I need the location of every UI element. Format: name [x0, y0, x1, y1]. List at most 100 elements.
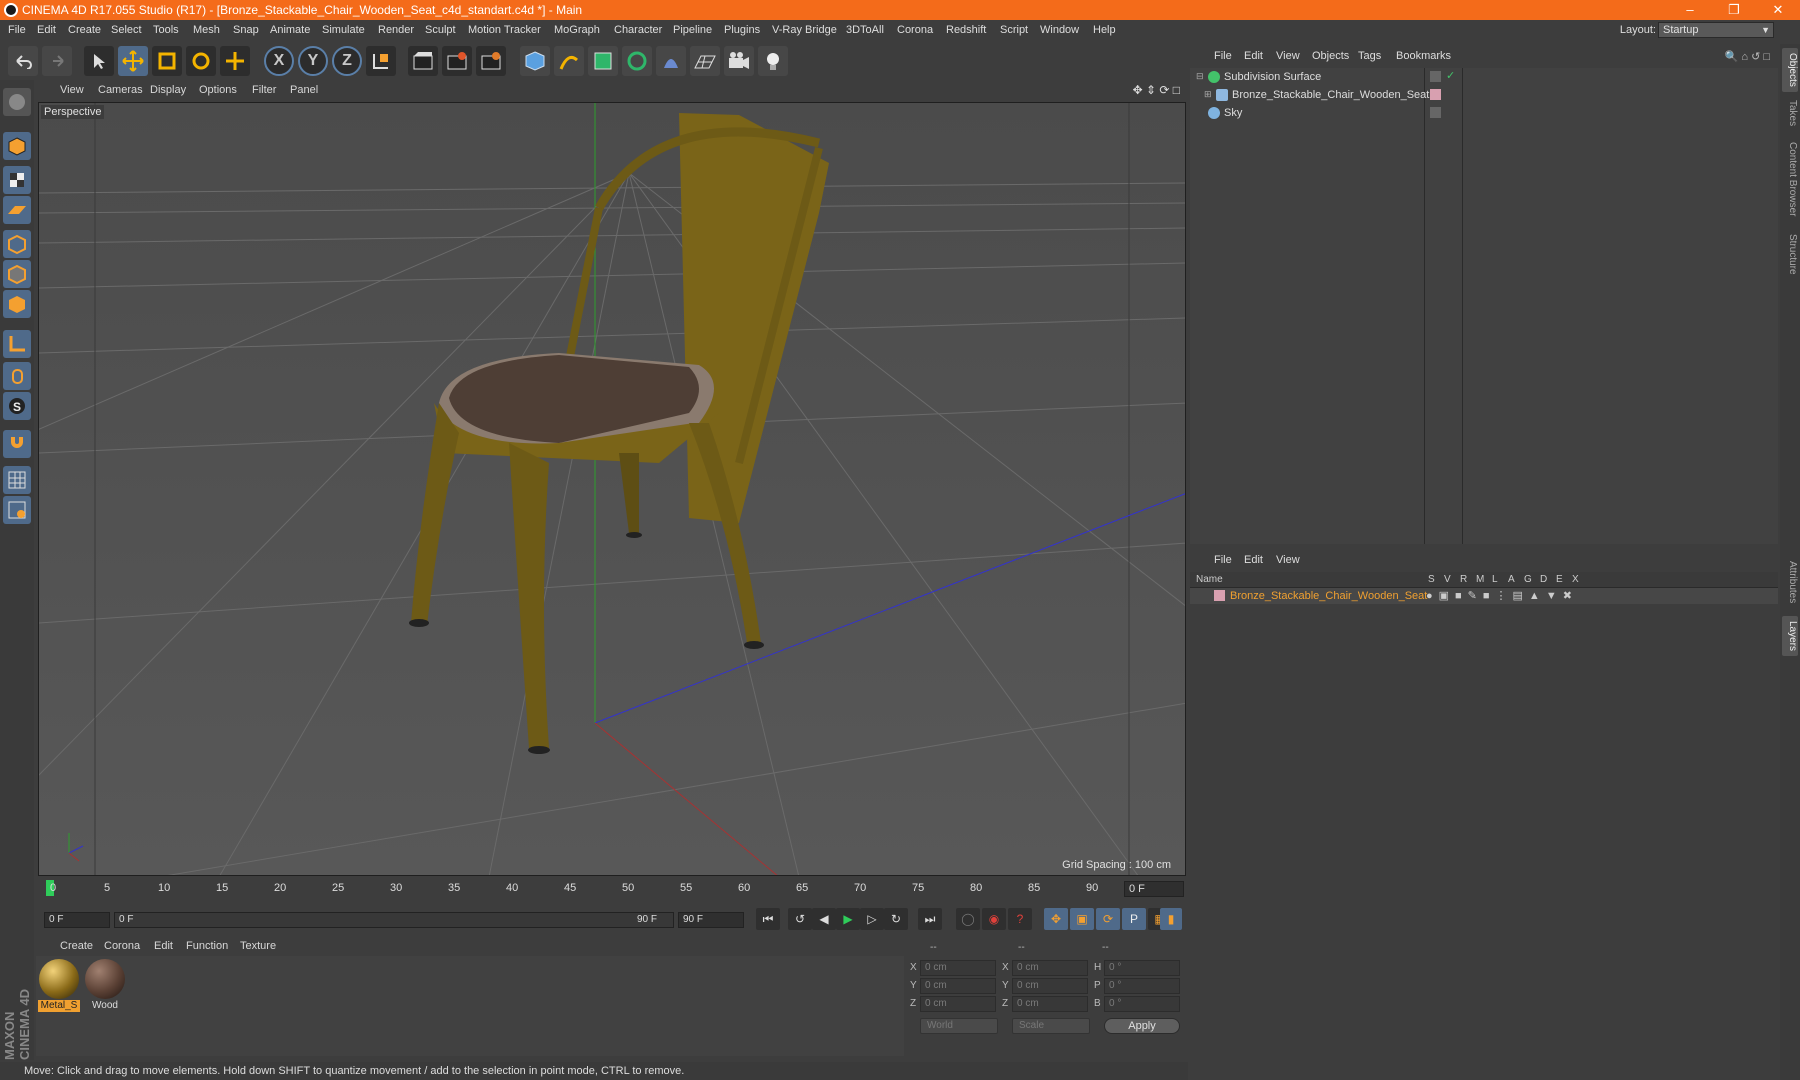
mat-menu-texture[interactable]: Texture [240, 940, 276, 952]
pos-y-field[interactable]: 0 cm [920, 978, 996, 994]
record-button[interactable]: ◉ [982, 908, 1006, 930]
make-editable-button[interactable] [3, 88, 31, 116]
menu-file[interactable]: File [8, 24, 26, 36]
model-mode-button[interactable] [3, 132, 31, 160]
obj-menu-objects[interactable]: Objects [1312, 50, 1349, 62]
spline-pen-button[interactable] [554, 46, 584, 76]
vp-menu-cameras[interactable]: Cameras [98, 84, 143, 96]
workplane-align-button[interactable] [3, 496, 31, 524]
obj-menu-bookmarks[interactable]: Bookmarks [1396, 50, 1451, 62]
key-rotation-button[interactable]: ⟳ [1096, 908, 1120, 930]
current-frame-field[interactable]: 0 F [1124, 881, 1184, 897]
menu-simulate[interactable]: Simulate [322, 24, 365, 36]
key-position-button[interactable]: ✥ [1044, 908, 1068, 930]
timeline-ruler[interactable]: 0 5 10 15 20 25 30 35 40 45 50 55 60 65 … [36, 878, 1186, 900]
menu-render[interactable]: Render [378, 24, 414, 36]
menu-edit[interactable]: Edit [37, 24, 56, 36]
menu-character[interactable]: Character [614, 24, 662, 36]
scale-select[interactable]: Scale [1012, 1018, 1090, 1034]
object-tree[interactable]: ⊟ Subdivision Surface ✓ ⊞ Bronze_Stackab… [1190, 68, 1778, 544]
object-row-subdivision-surface[interactable]: ⊟ Subdivision Surface ✓ [1190, 68, 1778, 86]
rot-h-field[interactable]: 0 ° [1104, 960, 1180, 976]
menu-tools[interactable]: Tools [153, 24, 179, 36]
points-mode-button[interactable] [3, 230, 31, 258]
record-off-button[interactable]: ◯ [956, 908, 980, 930]
timeline-button[interactable]: ▮ [1160, 908, 1182, 930]
tab-layers[interactable]: Layers [1782, 616, 1798, 656]
obj-menu-file[interactable]: File [1214, 50, 1232, 62]
texture-mode-button[interactable] [3, 166, 31, 194]
render-to-picture-viewer-button[interactable] [442, 46, 472, 76]
layer-menu-view[interactable]: View [1276, 554, 1300, 566]
pos-x-field[interactable]: 0 cm [920, 960, 996, 976]
move-tool-button[interactable] [118, 46, 148, 76]
menu-select[interactable]: Select [111, 24, 142, 36]
collapse-icon[interactable]: ⊟ [1196, 71, 1204, 82]
workplane-mode-button[interactable] [3, 196, 31, 224]
tab-structure[interactable]: Structure [1782, 228, 1798, 280]
material-metal[interactable]: Metal_S [38, 958, 80, 1012]
size-y-field[interactable]: 0 cm [1012, 978, 1088, 994]
z-axis-lock-button[interactable]: Z [332, 46, 362, 76]
vp-menu-view[interactable]: View [60, 84, 84, 96]
go-to-end-button[interactable]: ⏭ [918, 908, 942, 930]
menu-animate[interactable]: Animate [270, 24, 310, 36]
key-scale-button[interactable]: ▣ [1070, 908, 1094, 930]
mat-menu-create[interactable]: Create [60, 940, 93, 952]
close-icon[interactable]: ✕ [1756, 0, 1800, 20]
rot-b-field[interactable]: 0 ° [1104, 996, 1180, 1012]
layer-menu-file[interactable]: File [1214, 554, 1232, 566]
workplane-lock-button[interactable] [3, 466, 31, 494]
menu-vray-bridge[interactable]: V-Ray Bridge [772, 24, 837, 36]
menu-sculpt[interactable]: Sculpt [425, 24, 456, 36]
size-z-field[interactable]: 0 cm [1012, 996, 1088, 1012]
obj-menu-view[interactable]: View [1276, 50, 1300, 62]
menu-help[interactable]: Help [1093, 24, 1116, 36]
menu-mesh[interactable]: Mesh [193, 24, 220, 36]
next-key-button[interactable]: ↻ [884, 908, 908, 930]
apply-button[interactable]: Apply [1104, 1018, 1180, 1034]
polygons-mode-button[interactable] [3, 290, 31, 318]
tab-content-browser[interactable]: Content Browser [1782, 136, 1798, 222]
layer-row[interactable]: Bronze_Stackable_Chair_Wooden_Seat ●▣■✎■… [1190, 588, 1778, 604]
go-to-start-button[interactable]: ⏮ [756, 908, 780, 930]
visibility-toggle-icon[interactable] [1430, 107, 1441, 118]
solo-mode-button[interactable]: S [3, 392, 31, 420]
axis-mode-button[interactable] [3, 330, 31, 358]
tab-attributes[interactable]: Attributes [1782, 552, 1798, 612]
layout-select[interactable]: Startup ▼ [1658, 22, 1774, 38]
minimize-icon[interactable]: – [1668, 0, 1712, 20]
vp-menu-display[interactable]: Display [150, 84, 186, 96]
enabled-check-icon[interactable]: ✓ [1446, 69, 1455, 82]
mat-menu-corona[interactable]: Corona [104, 940, 140, 952]
deformer-button[interactable] [656, 46, 686, 76]
menu-corona[interactable]: Corona [897, 24, 933, 36]
coordinate-system-button[interactable] [366, 46, 396, 76]
undo-button[interactable] [8, 46, 38, 76]
vp-menu-options[interactable]: Options [199, 84, 237, 96]
cube-object-button[interactable] [520, 46, 550, 76]
layer-menu-edit[interactable]: Edit [1244, 554, 1263, 566]
object-row-sky[interactable]: Sky [1190, 104, 1778, 122]
perspective-viewport[interactable]: Perspective Grid Spacing : 100 cm [38, 102, 1186, 876]
start-frame-field[interactable]: 0 F [44, 912, 110, 928]
tab-objects[interactable]: Objects [1782, 48, 1798, 92]
maximize-icon[interactable]: ❐ [1712, 0, 1756, 20]
subdivision-surface-button[interactable] [588, 46, 618, 76]
previous-key-button[interactable]: ↺ [788, 908, 812, 930]
world-select[interactable]: World [920, 1018, 998, 1034]
menu-plugins[interactable]: Plugins [724, 24, 760, 36]
transform-tool-button[interactable] [220, 46, 250, 76]
vp-menu-panel[interactable]: Panel [290, 84, 318, 96]
autokey-button[interactable]: ? [1008, 908, 1032, 930]
light-button[interactable] [758, 46, 788, 76]
menu-pipeline[interactable]: Pipeline [673, 24, 712, 36]
obj-panel-nav-icons[interactable]: 🔍 ⌂ ↺ □ [1725, 50, 1770, 63]
obj-menu-edit[interactable]: Edit [1244, 50, 1263, 62]
layer-flag-icons[interactable]: ●▣■✎■⋮▤▲▼✖ [1426, 589, 1578, 602]
menu-script[interactable]: Script [1000, 24, 1028, 36]
size-x-field[interactable]: 0 cm [1012, 960, 1088, 976]
menu-create[interactable]: Create [68, 24, 101, 36]
snap-magnet-button[interactable] [3, 430, 31, 458]
cloner-button[interactable] [622, 46, 652, 76]
